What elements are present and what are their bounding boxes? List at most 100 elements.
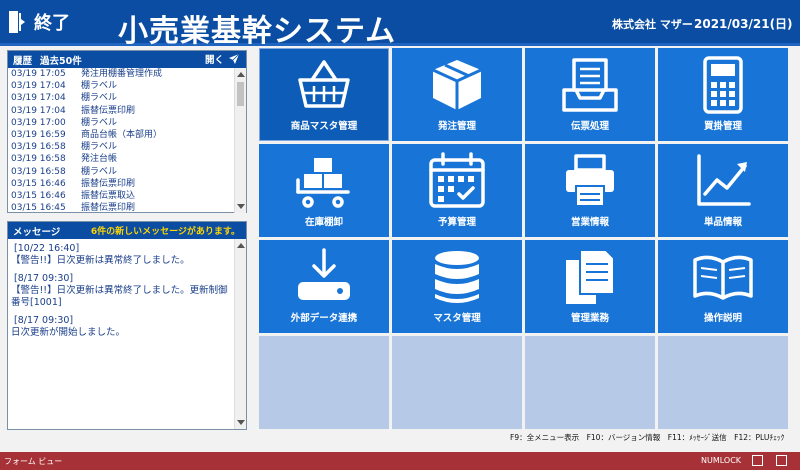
message-header: メッセージ 6件の新しいメッセージがあります。 <box>8 222 246 239</box>
exit-label: 終了 <box>34 13 70 34</box>
history-item-label: 振替伝票印刷 <box>81 203 136 213</box>
history-item[interactable]: 03/19 16:59 商品台帳（本部用） <box>11 129 234 141</box>
scroll-up-icon[interactable] <box>237 243 245 248</box>
history-item-time: 03/19 17:05 <box>11 69 66 79</box>
menu-tile-label: 予算管理 <box>437 217 476 228</box>
new-message-notice[interactable]: 6件の新しいメッセージがあります。 <box>91 224 240 237</box>
history-item-label: 発注台帳 <box>81 154 118 165</box>
scroll-thumb[interactable] <box>237 82 244 106</box>
message-time: [10/22 16:40] <box>14 243 80 254</box>
exit-button[interactable]: 終了 <box>8 8 86 36</box>
history-item[interactable]: 03/19 17:04 棚ラベル <box>11 80 234 92</box>
menu-tile[interactable]: 操作説明 <box>658 240 788 333</box>
message-scrollbar[interactable] <box>234 239 246 429</box>
history-title: 履歴 <box>13 55 33 67</box>
history-item[interactable]: 03/15 16:46 振替伝票取込 <box>11 190 234 202</box>
message-text: 日次更新が開始しました。 <box>11 327 126 338</box>
scroll-up-icon[interactable] <box>237 72 245 77</box>
menu-tile[interactable]: 買掛管理 <box>658 48 788 141</box>
message-title: メッセージ <box>13 226 61 238</box>
printer-icon <box>566 154 614 207</box>
menu-tile[interactable]: 単品情報 <box>658 144 788 237</box>
calendar-icon <box>429 152 485 208</box>
calculator-icon <box>703 56 743 114</box>
history-item-label: 商品台帳（本部用） <box>81 129 163 140</box>
line-chart-icon <box>697 154 751 206</box>
history-item-time: 03/15 16:46 <box>11 178 66 189</box>
history-item-time: 03/19 16:59 <box>11 129 66 140</box>
document-tray-icon <box>562 58 618 112</box>
history-item-time: 03/19 16:58 <box>11 154 66 165</box>
history-item-label: 棚ラベル <box>81 117 118 128</box>
menu-tile[interactable]: 外部データ連携 <box>259 240 389 333</box>
menu-tile-label: 管理業務 <box>570 313 609 324</box>
menu-tile[interactable]: 在庫棚卸 <box>259 144 389 237</box>
message-text: 【警告!!】日次更新は異常終了しました。更新制御番号[1001] <box>11 285 228 308</box>
message-list: [10/22 16:40] 【警告!!】日次更新は異常終了しました。 [8/17 0… <box>8 239 234 429</box>
menu-tile-grid: 商品マスタ管理 発注管理 伝票処理 買掛管理在庫棚卸 予算管理 営業情報 単品情報外部データ… <box>259 48 789 430</box>
history-item-time: 03/19 17:04 <box>11 81 66 92</box>
documents-icon <box>566 249 615 304</box>
scroll-down-icon[interactable] <box>237 420 245 425</box>
history-item[interactable]: 03/15 16:45 振替伝票印刷 <box>11 202 234 213</box>
message-text: 【警告!!】日次更新は異常終了しました。 <box>11 255 190 266</box>
history-item[interactable]: 03/19 17:05 発注用棚番管理作成 <box>11 68 234 80</box>
message-time: [8/17 09:30] <box>14 315 74 326</box>
form-view-icon[interactable] <box>752 455 763 466</box>
box-icon <box>432 60 482 110</box>
menu-tile[interactable]: 伝票処理 <box>525 48 655 141</box>
empty-tile <box>525 336 655 429</box>
menu-tile-label: 商品マスタ管理 <box>290 121 358 132</box>
history-item-label: 棚ラベル <box>81 142 118 153</box>
menu-tile[interactable]: 予算管理 <box>392 144 522 237</box>
history-item-time: 03/19 17:00 <box>11 117 66 128</box>
history-scrollbar[interactable] <box>234 68 246 213</box>
history-item-label: 棚ラベル <box>81 81 118 92</box>
history-item[interactable]: 03/19 17:00 棚ラベル <box>11 117 234 129</box>
history-item-time: 03/19 17:04 <box>11 93 66 104</box>
menu-tile-label: 操作説明 <box>703 313 742 324</box>
history-item-time: 03/19 16:58 <box>11 166 66 177</box>
menu-tile[interactable]: 営業情報 <box>525 144 655 237</box>
function-key-help: F9：全メニュー表示 F10：バージョン情報 F11：ﾒｯｾｰｼﾞ送信 F12：… <box>510 433 785 442</box>
history-item[interactable]: 03/15 16:46 振替伝票印刷 <box>11 178 234 190</box>
history-subtitle: 過去50件 <box>40 55 82 67</box>
history-item-time: 03/19 16:58 <box>11 142 66 153</box>
history-item-time: 03/19 17:04 <box>11 105 66 116</box>
history-item-label: 棚ラベル <box>81 93 118 104</box>
history-item-time: 03/15 16:46 <box>11 190 66 201</box>
message-item: [10/22 16:40] 【警告!!】日次更新は異常終了しました。 <box>11 243 231 267</box>
empty-tile <box>658 336 788 429</box>
menu-tile[interactable]: 発注管理 <box>392 48 522 141</box>
history-item[interactable]: 03/19 17:04 振替伝票印刷 <box>11 105 234 117</box>
menu-tile-label: 在庫棚卸 <box>304 217 343 228</box>
download-drive-icon <box>298 248 350 300</box>
app-header: 終了 小売業基幹システム 株式会社 マザー 2021/03/21(日) <box>0 0 800 49</box>
scroll-down-icon[interactable] <box>237 204 245 209</box>
message-time: [8/17 09:30] <box>14 273 74 284</box>
history-item-label: 棚ラベル <box>81 166 118 177</box>
design-view-icon[interactable] <box>776 455 787 466</box>
history-open-button[interactable]: 開く <box>205 52 240 66</box>
empty-tile <box>392 336 522 429</box>
menu-tile[interactable]: 管理業務 <box>525 240 655 333</box>
history-item[interactable]: 03/19 17:04 棚ラベル <box>11 92 234 104</box>
history-list: 03/19 17:05 発注用棚番管理作成 03/19 17:04 棚ラベル 03/19… <box>8 68 234 213</box>
menu-tile[interactable]: 商品マスタ管理 <box>259 48 389 141</box>
history-item-label: 振替伝票印刷 <box>81 178 136 189</box>
empty-tile <box>259 336 389 429</box>
history-item[interactable]: 03/19 16:58 発注台帳 <box>11 153 234 165</box>
history-item[interactable]: 03/19 16:58 棚ラベル <box>11 141 234 153</box>
book-icon <box>693 255 753 300</box>
boxes-cart-icon <box>296 158 350 208</box>
message-panel: メッセージ 6件の新しいメッセージがあります。 [10/22 16:40] 【警告… <box>7 221 247 430</box>
message-item: [8/17 09:30] 【警告!!】日次更新は異常終了しました。更新制御番号[1… <box>11 273 231 309</box>
app-title: 小売業基幹システム <box>118 14 397 49</box>
current-date: 2021/03/21(日) <box>694 17 793 31</box>
history-item-label: 振替伝票取込 <box>81 190 136 201</box>
history-header: 履歴 過去50件 開く <box>8 51 246 68</box>
status-bar: フォーム ビュー NUMLOCK <box>0 452 800 470</box>
menu-tile[interactable]: マスタ管理 <box>392 240 522 333</box>
history-item-label: 振替伝票印刷 <box>81 105 136 116</box>
history-item[interactable]: 03/19 16:58 棚ラベル <box>11 166 234 178</box>
